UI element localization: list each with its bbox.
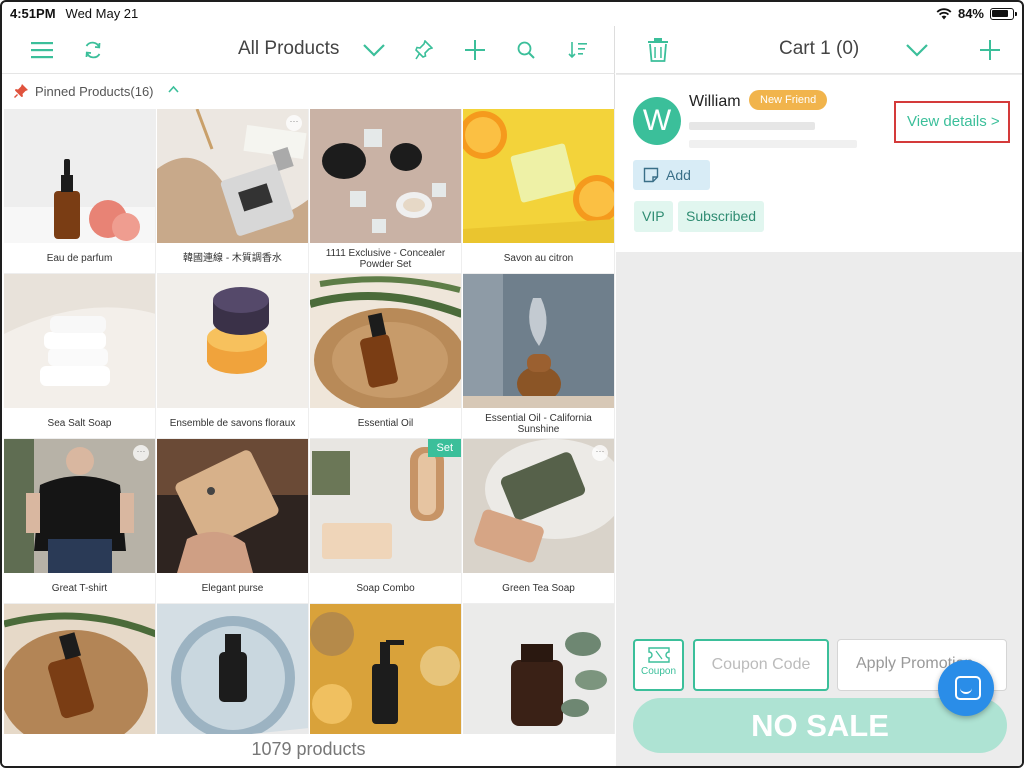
product-image xyxy=(463,109,614,243)
add-note-button[interactable]: Add xyxy=(633,160,710,190)
product-name: Ensemble de savons floraux xyxy=(169,418,296,429)
product-panel: All Products Pinned Products(16) Eau de … xyxy=(2,26,616,766)
battery-icon xyxy=(990,7,1017,20)
chevron-down-icon[interactable] xyxy=(360,36,388,64)
more-options-icon[interactable]: ··· xyxy=(592,445,608,461)
product-image xyxy=(463,439,614,573)
product-name: Eau de parfum xyxy=(46,253,113,264)
product-view-title[interactable]: All Products xyxy=(238,38,339,60)
product-grid: Eau de parfum ··· 韓國連線 - 木質調香水 1111 Excl… xyxy=(4,109,616,735)
avatar[interactable]: W xyxy=(633,97,681,145)
product-name: 1111 Exclusive - Concealer Powder Set xyxy=(325,247,446,270)
product-image xyxy=(463,604,614,735)
product-name: Savon au citron xyxy=(503,253,574,264)
pin-icon xyxy=(14,84,28,98)
product-tile[interactable]: ··· Great T-shirt xyxy=(4,439,156,604)
product-tile[interactable] xyxy=(463,604,615,735)
product-tile[interactable]: Essential Oil xyxy=(310,274,462,439)
coupon-code-input[interactable]: Coupon Code xyxy=(693,639,829,691)
product-image xyxy=(4,274,155,408)
view-details-link[interactable]: View details > xyxy=(894,101,1010,143)
app-frame: 4:51PM Wed May 21 84% All Products Pinne… xyxy=(0,0,1024,768)
product-tile[interactable]: ··· 韓國連線 - 木質調香水 xyxy=(157,109,309,274)
cart-title[interactable]: Cart 1 (0) xyxy=(779,38,859,60)
checkout-controls: Coupon Coupon Code Apply Promotion NO SA… xyxy=(616,636,1022,766)
product-count: 1079 products xyxy=(2,734,615,766)
pin-icon[interactable] xyxy=(410,36,438,64)
product-tile[interactable] xyxy=(310,604,462,735)
add-icon[interactable] xyxy=(461,36,489,64)
product-tile[interactable]: Savon au citron xyxy=(463,109,615,274)
product-name: Essential Oil xyxy=(357,418,414,429)
status-bar: 4:51PM Wed May 21 84% xyxy=(2,2,1022,26)
customer-card: W William New Friend View details > Add … xyxy=(616,75,1022,252)
status-time: 4:51PM xyxy=(10,6,56,21)
coupon-label: Coupon xyxy=(640,666,677,677)
product-tile[interactable]: ··· Green Tea Soap xyxy=(463,439,615,604)
product-image xyxy=(310,439,461,573)
product-name: 韓國連線 - 木質調香水 xyxy=(183,253,282,264)
redacted-contact xyxy=(689,122,815,130)
product-name: Essential Oil - California Sunshine xyxy=(485,412,592,435)
product-tile[interactable]: 1111 Exclusive - Concealer Powder Set xyxy=(310,109,462,274)
set-badge: Set xyxy=(428,439,461,457)
note-icon xyxy=(643,167,659,183)
cart-header: Cart 1 (0) xyxy=(616,26,1022,74)
product-image xyxy=(310,274,461,408)
product-tile[interactable]: Essential Oil - California Sunshine xyxy=(463,274,615,439)
product-name: Green Tea Soap xyxy=(502,583,575,594)
chat-support-icon[interactable] xyxy=(938,660,994,716)
product-image xyxy=(310,604,461,735)
status-date: Wed May 21 xyxy=(65,6,139,21)
wifi-icon xyxy=(936,7,952,19)
product-image xyxy=(4,604,155,735)
product-tile[interactable]: Sea Salt Soap xyxy=(4,274,156,439)
product-name: Sea Salt Soap xyxy=(47,418,112,429)
product-image xyxy=(4,109,155,243)
product-name: Soap Combo xyxy=(356,583,415,594)
product-tile[interactable]: Set Soap Combo xyxy=(310,439,462,604)
battery-percent: 84% xyxy=(957,6,984,21)
product-image xyxy=(310,109,461,243)
redacted-contact xyxy=(689,140,857,148)
product-tile[interactable]: Elegant purse xyxy=(157,439,309,604)
product-toolbar: All Products xyxy=(2,26,615,74)
refresh-icon[interactable] xyxy=(79,36,107,64)
product-image xyxy=(157,439,308,573)
customer-tag-vip: VIP xyxy=(634,201,673,232)
customer-name: William xyxy=(689,93,741,110)
more-options-icon[interactable]: ··· xyxy=(133,445,149,461)
product-image xyxy=(463,274,614,408)
more-options-icon[interactable]: ··· xyxy=(286,115,302,131)
product-name: Elegant purse xyxy=(201,583,264,594)
menu-icon[interactable] xyxy=(28,36,56,64)
product-image xyxy=(157,274,308,408)
product-tile[interactable] xyxy=(157,604,309,735)
chevron-down-icon[interactable] xyxy=(903,36,931,64)
pinned-products-header[interactable]: Pinned Products(16) xyxy=(2,74,615,108)
cart-panel: Cart 1 (0) W William New Friend View det… xyxy=(616,26,1022,766)
product-tile[interactable]: Ensemble de savons floraux xyxy=(157,274,309,439)
product-image xyxy=(157,109,308,243)
customer-tag-subscribed: Subscribed xyxy=(678,201,765,232)
ticket-icon xyxy=(647,647,670,663)
product-image xyxy=(4,439,155,573)
coupon-button[interactable]: Coupon xyxy=(633,639,684,691)
product-image xyxy=(157,604,308,735)
search-icon[interactable] xyxy=(512,36,540,64)
product-tile[interactable]: Eau de parfum xyxy=(4,109,156,274)
sort-icon[interactable] xyxy=(564,36,592,64)
product-tile[interactable] xyxy=(4,604,156,735)
pinned-products-label: Pinned Products(16) xyxy=(35,84,154,99)
customer-status-badge: New Friend xyxy=(749,90,828,110)
chevron-up-icon[interactable] xyxy=(168,85,179,93)
product-name: Great T-shirt xyxy=(51,583,108,594)
add-note-label: Add xyxy=(666,167,691,183)
add-cart-icon[interactable] xyxy=(976,36,1004,64)
trash-icon[interactable] xyxy=(644,36,672,64)
